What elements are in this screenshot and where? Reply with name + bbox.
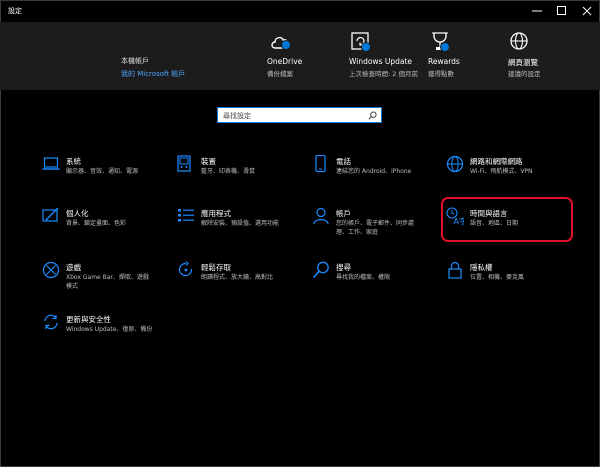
category-subtitle: 顯示器、音效、通知、電源: [66, 168, 139, 175]
lock-icon: [448, 261, 462, 279]
shortcut-title: 網頁瀏覽: [508, 58, 538, 67]
apps-icon: [178, 209, 194, 222]
shortcut-title: OneDrive: [267, 57, 303, 66]
category-subtitle: 位置、相機、麥克風: [470, 274, 525, 281]
minimize-icon: [532, 10, 542, 12]
search-placeholder: 尋找設定: [223, 112, 251, 120]
account-header: 本機帳戶 我的 Microsoft 帳戶 OneDrive 備份檔案 Windo…: [0, 22, 600, 90]
microsoft-account-link[interactable]: 我的 Microsoft 帳戶: [121, 69, 185, 79]
category-title: 輕鬆存取: [201, 263, 231, 272]
category-title: 系統: [66, 157, 81, 166]
globe-icon: [446, 155, 464, 173]
phone-icon: [315, 155, 326, 173]
close-button[interactable]: [575, 0, 599, 22]
category-gaming[interactable]: 遊戲 Xbox Game Bar、擷取、遊戲 模式: [42, 261, 172, 301]
search-icon: [312, 261, 329, 279]
search-icon[interactable]: [368, 111, 377, 120]
category-system[interactable]: 系統 顯示器、音效、通知、電源: [42, 155, 172, 195]
laptop-icon: [42, 157, 60, 170]
category-title: 帳戶: [336, 209, 351, 218]
category-title: 網路和網際網路: [470, 157, 523, 166]
category-subtitle: Windows Update、復原、備份: [66, 326, 153, 333]
shortcut-subtitle: 建議的設定: [508, 70, 541, 78]
title-bar: 設定: [0, 0, 600, 22]
person-icon: [313, 207, 329, 225]
category-title: 隱私權: [470, 263, 493, 272]
category-subtitle: 解除安裝、預設值、選用功能: [201, 220, 280, 227]
category-subtitle: 您的帳戶、電子郵件、同步處 理、工作、家庭: [336, 220, 415, 236]
shortcut-title: Rewards: [428, 57, 460, 66]
search-input[interactable]: 尋找設定: [217, 107, 382, 123]
status-dot: [361, 42, 371, 52]
category-personalization[interactable]: 個人化 背景、鎖定畫面、色彩: [42, 207, 172, 247]
account-info: 本機帳戶 我的 Microsoft 帳戶: [121, 56, 185, 79]
category-phone[interactable]: 電話 連結您的 Android、iPhone: [312, 155, 442, 195]
category-title: 遊戲: [66, 263, 81, 272]
category-search[interactable]: 搜尋 尋找我的檔案、權限: [312, 261, 442, 301]
category-subtitle: Wi-Fi、飛航模式、VPN: [470, 168, 533, 175]
category-update-security[interactable]: 更新與安全性 Windows Update、復原、備份: [42, 313, 172, 353]
category-ease-of-access[interactable]: 輕鬆存取 朗讀程式、放大鏡、高對比: [177, 261, 307, 301]
category-subtitle: 尋找我的檔案、權限: [336, 274, 391, 281]
category-title: 電話: [336, 157, 351, 166]
category-privacy[interactable]: 隱私權 位置、相機、麥克風: [446, 261, 576, 301]
category-title: 更新與安全性: [66, 315, 111, 324]
category-subtitle: 背景、鎖定畫面、色彩: [66, 220, 127, 227]
category-network[interactable]: 網路和網際網路 Wi-Fi、飛航模式、VPN: [446, 155, 576, 195]
xbox-icon: [42, 261, 60, 279]
category-title: 裝置: [201, 157, 216, 166]
category-subtitle: 連結您的 Android、iPhone: [336, 168, 412, 175]
account-name: 本機帳戶: [121, 57, 149, 65]
globe-icon: [510, 32, 528, 50]
category-apps[interactable]: 應用程式 解除安裝、預設值、選用功能: [177, 207, 307, 247]
status-dot: [440, 42, 450, 52]
category-title: 個人化: [66, 209, 89, 218]
close-icon: [582, 6, 592, 16]
shortcut-subtitle: 獲得點數: [428, 70, 454, 78]
category-subtitle: Xbox Game Bar、擷取、遊戲 模式: [66, 274, 149, 290]
category-devices[interactable]: 裝置 藍牙、印表機、滑鼠: [177, 155, 307, 195]
sync-icon: [44, 314, 58, 330]
maximize-button[interactable]: [550, 0, 574, 22]
shortcut-title: Windows Update: [349, 57, 413, 66]
highlight-annotation: [441, 197, 573, 242]
personalization-icon: [42, 207, 59, 222]
category-title: 應用程式: [201, 209, 231, 218]
minimize-button[interactable]: [525, 0, 549, 22]
category-subtitle: 藍牙、印表機、滑鼠: [201, 168, 256, 175]
window-title: 設定: [8, 7, 22, 15]
status-dot: [281, 40, 291, 50]
shortcut-subtitle: 上次檢查時間: 2 個月前: [349, 70, 418, 78]
devices-icon: [177, 155, 191, 172]
ease-access-icon: [178, 261, 193, 277]
category-subtitle: 朗讀程式、放大鏡、高對比: [201, 274, 274, 281]
shortcut-subtitle: 備份檔案: [267, 70, 293, 78]
category-title: 搜尋: [336, 263, 351, 272]
maximize-icon: [557, 6, 566, 15]
category-accounts[interactable]: 帳戶 您的帳戶、電子郵件、同步處 理、工作、家庭: [312, 207, 442, 247]
